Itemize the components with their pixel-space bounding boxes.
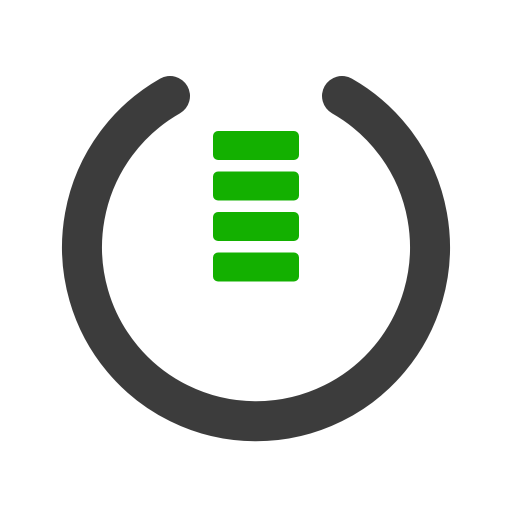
level-bars — [213, 131, 299, 282]
power-level-icon — [62, 76, 450, 442]
icon-canvas — [0, 0, 512, 512]
level-bar — [213, 212, 299, 241]
level-bar — [213, 252, 299, 282]
level-bar — [213, 131, 299, 160]
level-bar — [213, 171, 299, 201]
